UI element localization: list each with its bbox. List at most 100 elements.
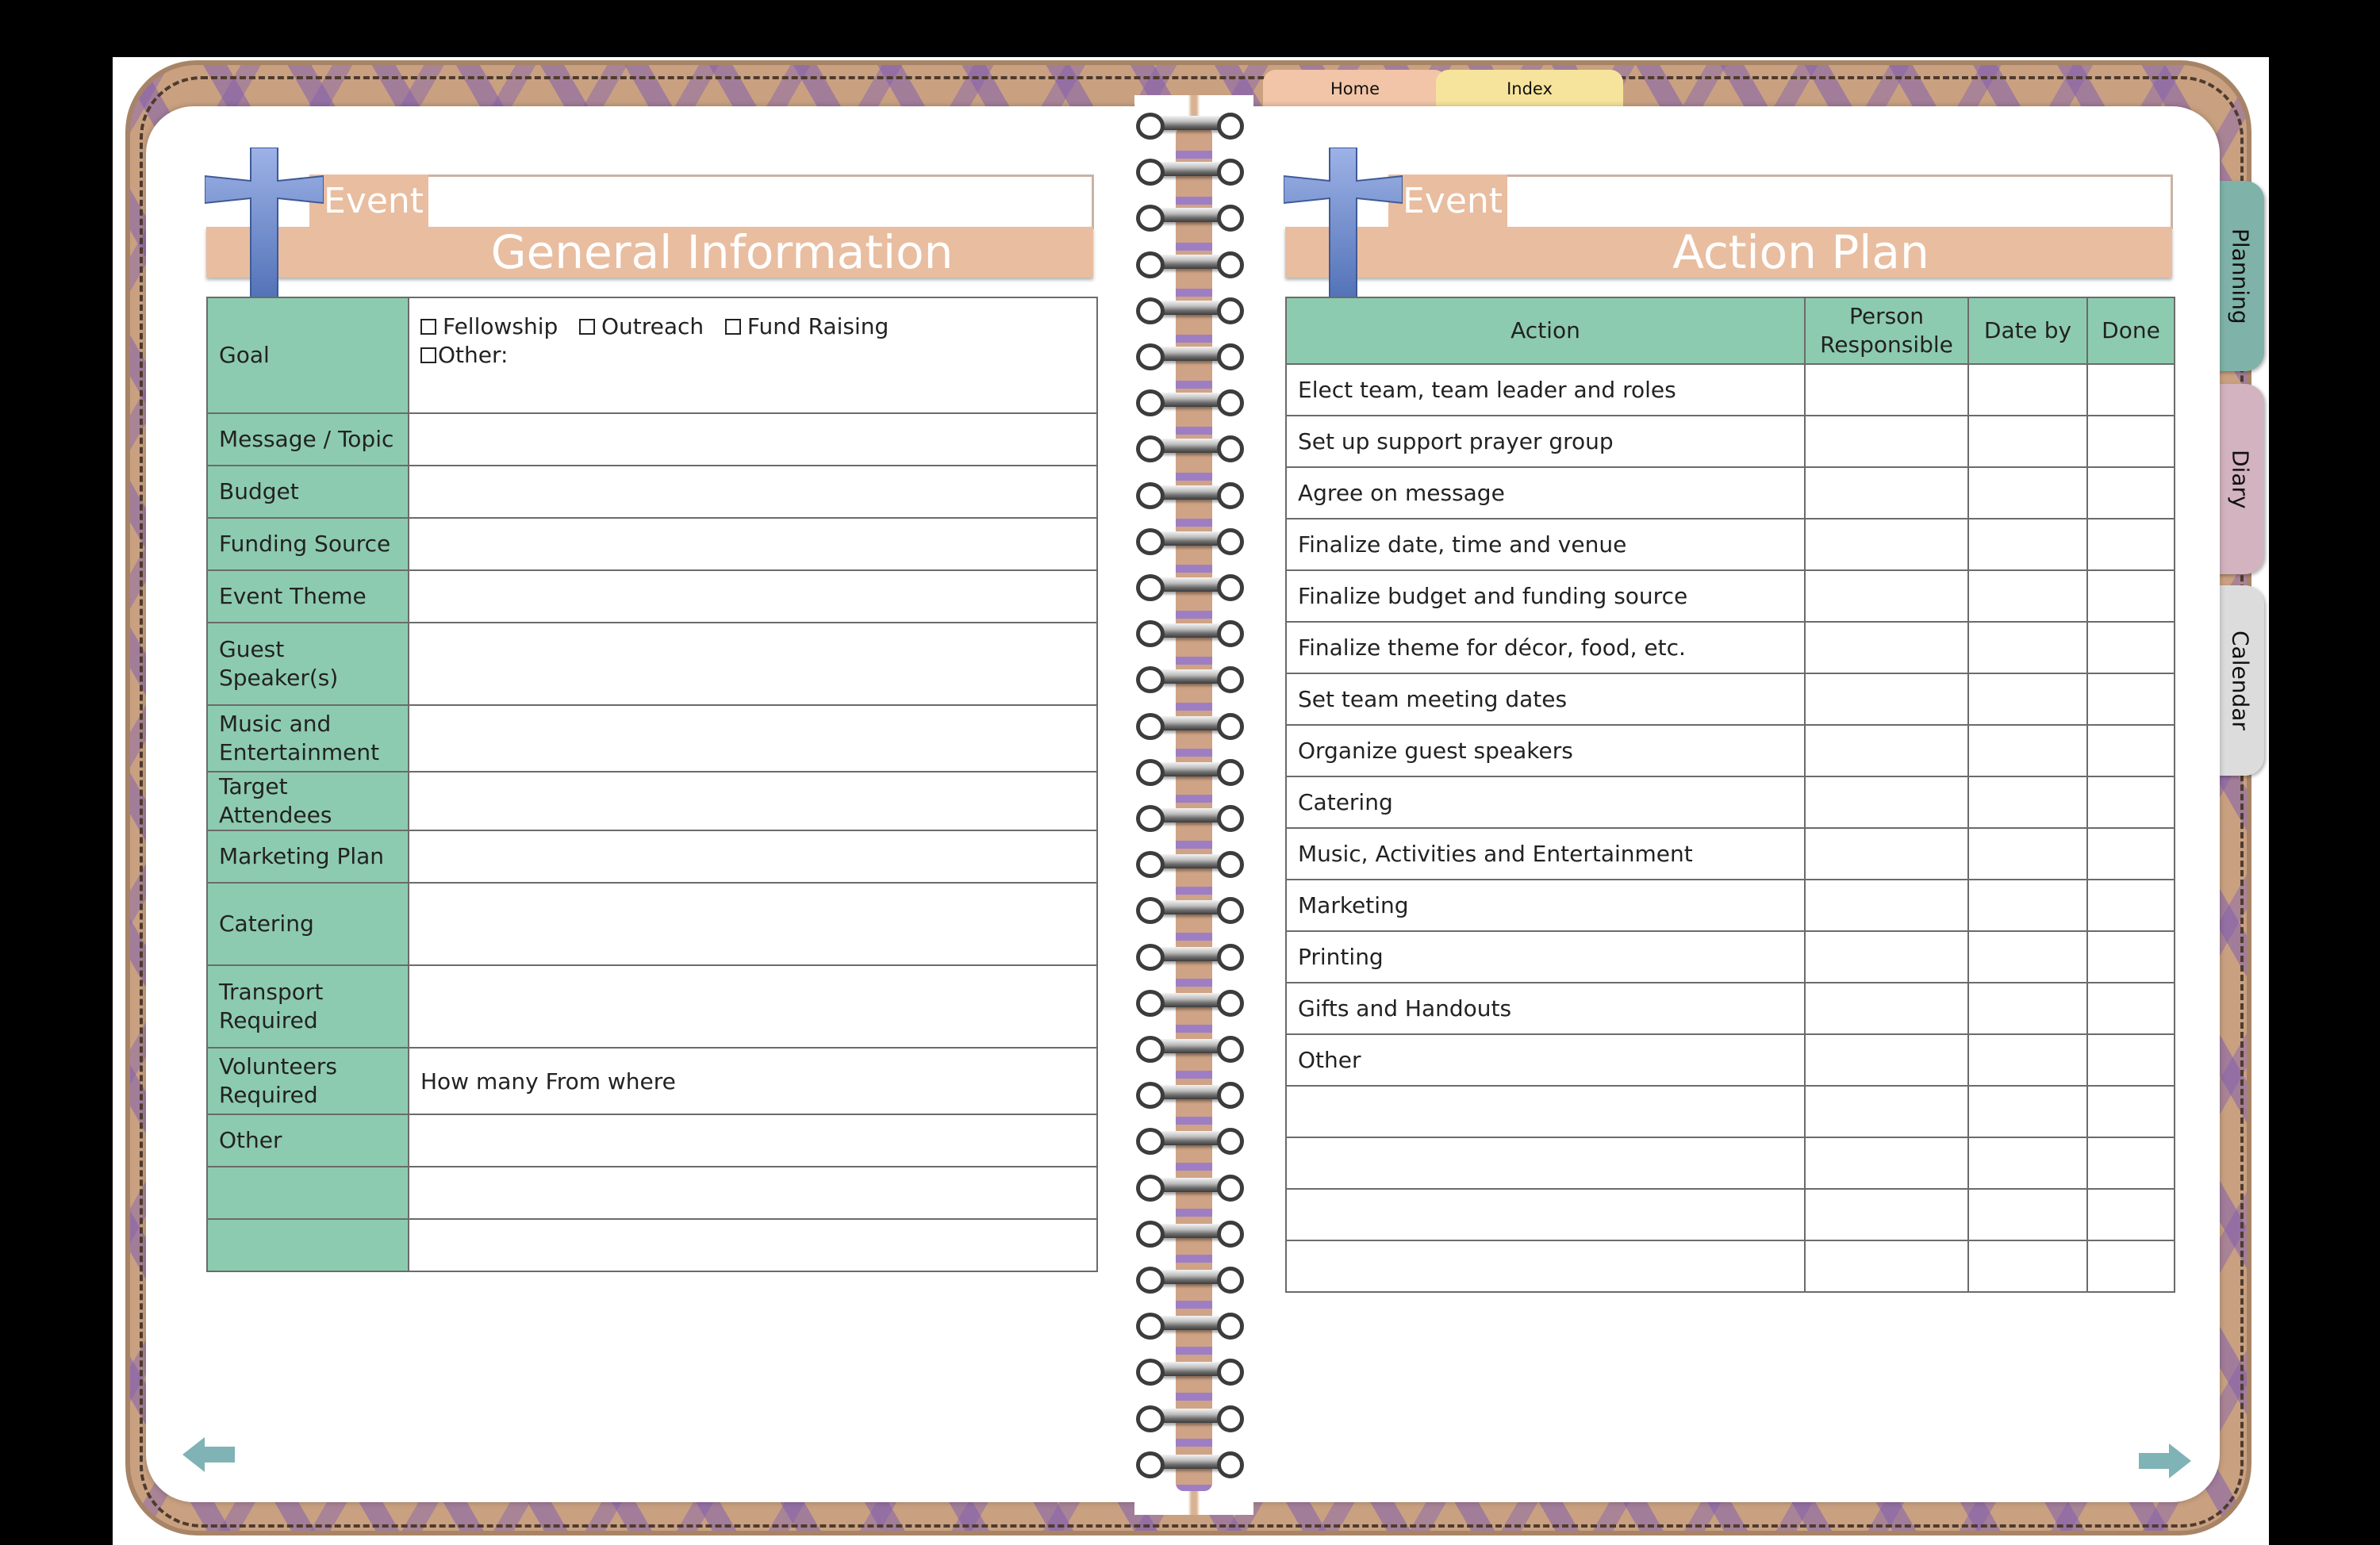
row-value-field[interactable] bbox=[408, 622, 1098, 706]
date-cell[interactable] bbox=[1967, 415, 2088, 468]
action-cell[interactable] bbox=[1285, 1240, 1806, 1293]
arrow-right-icon[interactable] bbox=[2139, 1443, 2191, 1478]
row-value-field[interactable] bbox=[408, 465, 1098, 519]
person-cell[interactable] bbox=[1804, 673, 1969, 726]
person-cell[interactable] bbox=[1804, 415, 1969, 468]
done-cell[interactable] bbox=[2086, 518, 2175, 571]
action-cell[interactable] bbox=[1285, 1188, 1806, 1241]
done-cell[interactable] bbox=[2086, 930, 2175, 983]
tab-home[interactable]: Home bbox=[1263, 70, 1447, 108]
action-cell[interactable]: Gifts and Handouts bbox=[1285, 982, 1806, 1035]
person-cell[interactable] bbox=[1804, 827, 1969, 880]
date-cell[interactable] bbox=[1967, 569, 2088, 623]
header-event-label: Event bbox=[1388, 174, 1507, 227]
action-cell[interactable] bbox=[1285, 1085, 1806, 1138]
action-cell[interactable]: Finalize date, time and venue bbox=[1285, 518, 1806, 571]
action-cell[interactable]: Finalize theme for décor, food, etc. bbox=[1285, 621, 1806, 674]
done-cell[interactable] bbox=[2086, 415, 2175, 468]
done-cell[interactable] bbox=[2086, 982, 2175, 1035]
date-cell[interactable] bbox=[1967, 776, 2088, 829]
cross-icon bbox=[205, 148, 324, 306]
date-cell[interactable] bbox=[1967, 1085, 2088, 1138]
date-cell[interactable] bbox=[1967, 1240, 2088, 1293]
row-value-field[interactable] bbox=[408, 569, 1098, 623]
side-tab-calendar[interactable]: Calendar bbox=[2217, 585, 2264, 776]
done-cell[interactable] bbox=[2086, 1033, 2175, 1087]
person-cell[interactable] bbox=[1804, 724, 1969, 777]
goal-checkbox-other[interactable]: Other: bbox=[420, 342, 508, 368]
person-cell[interactable] bbox=[1804, 1240, 1969, 1293]
action-cell[interactable]: Music, Activities and Entertainment bbox=[1285, 827, 1806, 880]
action-cell[interactable]: Set team meeting dates bbox=[1285, 673, 1806, 726]
action-cell[interactable] bbox=[1285, 1137, 1806, 1190]
action-cell[interactable]: Printing bbox=[1285, 930, 1806, 983]
row-value-field[interactable]: How many From where bbox=[408, 1047, 1098, 1115]
action-cell[interactable]: Elect team, team leader and roles bbox=[1285, 363, 1806, 416]
side-tab-planning[interactable]: Planning bbox=[2217, 181, 2264, 371]
general-info-table: Goal Fellowship Outreach Fund Raising Ot… bbox=[206, 297, 1098, 1272]
action-cell[interactable]: Organize guest speakers bbox=[1285, 724, 1806, 777]
row-value-field[interactable] bbox=[408, 1166, 1098, 1220]
date-cell[interactable] bbox=[1967, 827, 2088, 880]
person-cell[interactable] bbox=[1804, 1033, 1969, 1087]
arrow-left-icon[interactable] bbox=[182, 1437, 235, 1472]
date-cell[interactable] bbox=[1967, 1188, 2088, 1241]
person-cell[interactable] bbox=[1804, 1085, 1969, 1138]
action-cell[interactable]: Catering bbox=[1285, 776, 1806, 829]
row-value-field[interactable] bbox=[408, 517, 1098, 571]
row-value-field[interactable] bbox=[408, 771, 1098, 831]
date-cell[interactable] bbox=[1967, 982, 2088, 1035]
row-value-field[interactable] bbox=[408, 704, 1098, 772]
done-cell[interactable] bbox=[2086, 569, 2175, 623]
done-cell[interactable] bbox=[2086, 1240, 2175, 1293]
person-cell[interactable] bbox=[1804, 982, 1969, 1035]
done-cell[interactable] bbox=[2086, 363, 2175, 416]
person-cell[interactable] bbox=[1804, 1137, 1969, 1190]
date-cell[interactable] bbox=[1967, 518, 2088, 571]
person-cell[interactable] bbox=[1804, 466, 1969, 519]
goal-checkbox-outreach[interactable]: Outreach bbox=[578, 313, 704, 339]
person-cell[interactable] bbox=[1804, 363, 1969, 416]
action-cell[interactable]: Finalize budget and funding source bbox=[1285, 569, 1806, 623]
action-cell[interactable]: Other bbox=[1285, 1033, 1806, 1087]
person-cell[interactable] bbox=[1804, 1188, 1969, 1241]
done-cell[interactable] bbox=[2086, 621, 2175, 674]
done-cell[interactable] bbox=[2086, 466, 2175, 519]
row-value-field[interactable] bbox=[408, 830, 1098, 884]
side-tab-diary[interactable]: Diary bbox=[2217, 384, 2264, 574]
date-cell[interactable] bbox=[1967, 363, 2088, 416]
goal-checkbox-fund-raising[interactable]: Fund Raising bbox=[724, 313, 889, 339]
done-cell[interactable] bbox=[2086, 827, 2175, 880]
person-cell[interactable] bbox=[1804, 518, 1969, 571]
person-cell[interactable] bbox=[1804, 776, 1969, 829]
person-cell[interactable] bbox=[1804, 930, 1969, 983]
done-cell[interactable] bbox=[2086, 724, 2175, 777]
date-cell[interactable] bbox=[1967, 930, 2088, 983]
action-cell[interactable]: Marketing bbox=[1285, 879, 1806, 932]
row-value-field[interactable] bbox=[408, 412, 1098, 466]
date-cell[interactable] bbox=[1967, 466, 2088, 519]
row-value-field[interactable] bbox=[408, 1218, 1098, 1272]
done-cell[interactable] bbox=[2086, 1085, 2175, 1138]
done-cell[interactable] bbox=[2086, 673, 2175, 726]
tab-index[interactable]: Index bbox=[1436, 70, 1623, 108]
done-cell[interactable] bbox=[2086, 879, 2175, 932]
person-cell[interactable] bbox=[1804, 569, 1969, 623]
row-value-field[interactable] bbox=[408, 964, 1098, 1049]
date-cell[interactable] bbox=[1967, 621, 2088, 674]
action-cell[interactable]: Set up support prayer group bbox=[1285, 415, 1806, 468]
done-cell[interactable] bbox=[2086, 776, 2175, 829]
date-cell[interactable] bbox=[1967, 1033, 2088, 1087]
goal-checkbox-fellowship[interactable]: Fellowship bbox=[420, 313, 558, 339]
date-cell[interactable] bbox=[1967, 673, 2088, 726]
date-cell[interactable] bbox=[1967, 724, 2088, 777]
row-value-field[interactable] bbox=[408, 1114, 1098, 1167]
done-cell[interactable] bbox=[2086, 1137, 2175, 1190]
action-cell[interactable]: Agree on message bbox=[1285, 466, 1806, 519]
person-cell[interactable] bbox=[1804, 621, 1969, 674]
date-cell[interactable] bbox=[1967, 1137, 2088, 1190]
done-cell[interactable] bbox=[2086, 1188, 2175, 1241]
date-cell[interactable] bbox=[1967, 879, 2088, 932]
person-cell[interactable] bbox=[1804, 879, 1969, 932]
row-value-field[interactable] bbox=[408, 882, 1098, 966]
